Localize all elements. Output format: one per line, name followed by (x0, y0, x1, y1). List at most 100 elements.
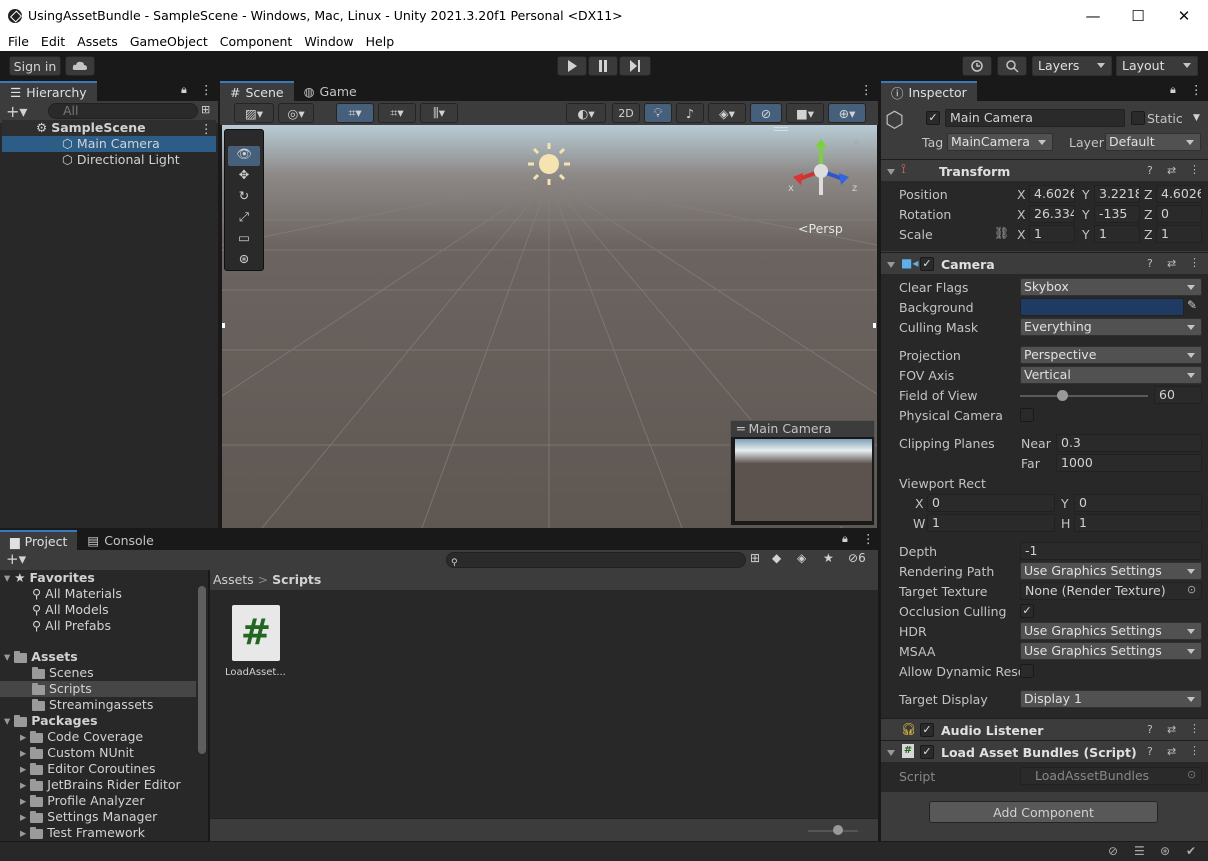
fov-input[interactable]: 60 (1154, 386, 1202, 404)
menu-edit[interactable]: Edit (37, 34, 69, 49)
zoom-slider-handle[interactable] (833, 825, 843, 835)
scale-y-input[interactable]: 1 (1094, 225, 1140, 243)
help-icon[interactable]: ? (1147, 257, 1153, 270)
lock-icon[interactable]: 🔒︎ (842, 532, 848, 546)
package-item[interactable]: ▸ Settings Manager (20, 809, 157, 825)
scene-viewport[interactable]: 👁︎ ✥ ↻ ⤢ ▭ ⊛ x z 🔒︎ <Persp ═ Main Camera (222, 125, 877, 528)
viewport-h-input[interactable]: 1 (1074, 514, 1202, 532)
tab-game[interactable]: ◍ Game (294, 81, 367, 101)
effects-button[interactable]: ◈▾ (708, 103, 746, 123)
package-item[interactable]: ▸ JetBrains Rider Editor (20, 777, 181, 793)
rendering-path-dropdown[interactable]: Use Graphics Settings (1020, 562, 1202, 580)
msaa-dropdown[interactable]: Use Graphics Settings (1020, 642, 1202, 660)
step-button[interactable] (619, 56, 651, 76)
add-component-button[interactable]: Add Component (929, 801, 1158, 823)
rect-tool-icon[interactable]: ▭ (228, 230, 260, 250)
preset-icon[interactable]: ⇄ (1167, 164, 1176, 177)
search-button[interactable] (997, 56, 1027, 76)
far-input[interactable]: 1000 (1056, 454, 1202, 472)
add-icon[interactable]: +▾ (6, 102, 27, 121)
camera-enabled-checkbox[interactable]: ✓ (920, 257, 934, 271)
component-menu-icon[interactable]: ⋮ (1189, 722, 1200, 735)
scene-kebab-icon[interactable]: ⋮ (860, 82, 873, 97)
clear-flags-dropdown[interactable]: Skybox (1020, 278, 1202, 296)
rotate-tool-icon[interactable]: ↻ (228, 188, 260, 208)
component-menu-icon[interactable]: ⋮ (1189, 163, 1200, 176)
auto-generate-icon[interactable]: ⊛ (1160, 844, 1170, 858)
kebab-menu-icon[interactable]: ⋮ (1190, 82, 1203, 97)
minimize-button[interactable]: — (1070, 0, 1116, 31)
physical-camera-checkbox[interactable] (1020, 408, 1034, 422)
target-display-dropdown[interactable]: Display 1 (1020, 690, 1202, 708)
scene-row[interactable]: ⚙ SampleScene (2, 120, 216, 136)
perspective-label[interactable]: <Persp (798, 221, 843, 236)
play-button[interactable] (557, 56, 587, 76)
preset-icon[interactable]: ⇄ (1167, 257, 1176, 270)
camera-button[interactable]: ■▾ (786, 103, 824, 123)
tab-project[interactable]: ▆ Project (0, 530, 78, 550)
package-item[interactable]: ▸ Code Coverage (20, 729, 143, 745)
kebab-menu-icon[interactable]: ⋮ (200, 82, 213, 97)
pause-button[interactable] (588, 56, 618, 76)
gizmo-drag-handle-icon[interactable] (774, 127, 788, 131)
favorite-item[interactable]: ⚲ All Materials (32, 586, 122, 602)
constrain-link-icon[interactable]: ⛓ (994, 226, 1009, 240)
ruler-button[interactable]: ⫼▾ (420, 103, 458, 123)
hdr-dropdown[interactable]: Use Graphics Settings (1020, 622, 1202, 640)
fov-slider-track[interactable] (1020, 395, 1148, 397)
lock-icon[interactable]: 🔒︎ (1170, 83, 1176, 97)
global-button[interactable]: ◎▾ (278, 103, 314, 123)
label-filter-icon[interactable]: ◈ (797, 551, 806, 565)
packages-header[interactable]: ▾ Packages (4, 713, 98, 729)
snap-increment-button[interactable]: ⌗▾ (378, 103, 416, 123)
scale-x-input[interactable]: 1 (1029, 225, 1075, 243)
hierarchy-item-directional-light[interactable]: ⬡ Directional Light (2, 152, 216, 168)
component-menu-icon[interactable]: ⋮ (1189, 744, 1200, 757)
hierarchy-item-main-camera[interactable]: ⬡ Main Camera (2, 136, 216, 152)
object-picker-icon[interactable]: ⊙ (1187, 583, 1196, 596)
gizmo-lock-icon[interactable]: 🔒︎ (854, 137, 859, 148)
target-texture-field[interactable]: None (Render Texture) (1020, 582, 1202, 600)
layers-dropdown[interactable]: Layers (1032, 56, 1112, 76)
package-item[interactable]: ▸ Editor Coroutines (20, 761, 156, 777)
depth-input[interactable]: -1 (1020, 542, 1202, 560)
rotation-z-input[interactable]: 0 (1156, 205, 1202, 223)
cache-server-icon[interactable]: ☰ (1134, 844, 1145, 858)
hierarchy-search-input[interactable]: All (48, 103, 198, 119)
debug-mode-icon[interactable]: ⊘ (1108, 844, 1118, 858)
tab-scene[interactable]: # Scene (220, 81, 294, 101)
tab-inspector[interactable]: ⓘ Inspector (881, 81, 977, 101)
scale-tool-icon[interactable]: ⤢ (228, 209, 260, 229)
projection-dropdown[interactable]: Perspective (1020, 346, 1202, 364)
fov-slider-handle[interactable] (1057, 390, 1069, 401)
breadcrumb-scripts[interactable]: Scripts (272, 572, 321, 587)
filter-icon[interactable]: ⊞ (201, 103, 210, 116)
orientation-gizmo[interactable] (785, 139, 857, 199)
csharp-script-icon[interactable]: # (232, 605, 280, 661)
gizmos-button[interactable]: ⊕▾ (828, 103, 866, 123)
asset-folder-item[interactable]: Scenes (32, 665, 94, 681)
visibility-toggle[interactable]: ⊘ (750, 103, 782, 123)
tab-console[interactable]: ▤ Console (77, 530, 163, 550)
cloud-button[interactable] (65, 56, 95, 76)
script-enabled-checkbox[interactable]: ✓ (920, 745, 934, 759)
dynamic-resolution-checkbox[interactable] (1020, 664, 1034, 678)
asset-folder-item-selected[interactable]: Scripts (0, 681, 196, 697)
viewport-x-input[interactable]: 0 (927, 494, 1055, 512)
move-tool-icon[interactable]: ✥ (228, 167, 260, 187)
tree-scrollbar[interactable] (198, 586, 206, 754)
audio-toggle[interactable]: ♪ (676, 103, 704, 123)
favorite-star-icon[interactable]: ★ (823, 551, 834, 565)
file-name-label[interactable]: LoadAsset... (225, 667, 286, 678)
maximize-button[interactable]: ☐ (1115, 0, 1161, 31)
object-name-input[interactable]: Main Camera (945, 109, 1125, 127)
draw-mode-button[interactable]: ▨▾ (234, 103, 274, 123)
menu-component[interactable]: Component (216, 34, 297, 49)
grid-snap-button[interactable]: ⌗▾ (336, 103, 374, 123)
rotation-x-input[interactable]: 26.334 (1029, 205, 1075, 223)
assets-header[interactable]: ▾ Assets (4, 649, 78, 665)
script-component-header[interactable]: # ✓ Load Asset Bundles (Script) ? ⇄ ⋮ (881, 740, 1208, 762)
fov-axis-dropdown[interactable]: Vertical (1020, 366, 1202, 384)
lighting-toggle[interactable]: 💡︎ (644, 103, 672, 123)
type-filter-icon[interactable]: ◆ (772, 551, 781, 565)
